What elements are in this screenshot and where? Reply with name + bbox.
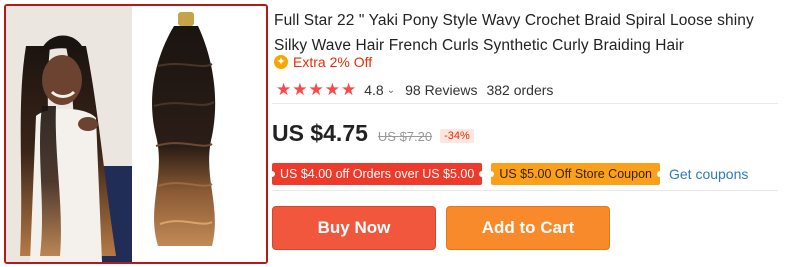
coupon-row: US $4.00 off Orders over US $5.00 US $5.…	[268, 162, 748, 186]
buy-now-button[interactable]: Buy Now	[272, 206, 436, 250]
star-rating[interactable]: ★ ★ ★ ★ ★	[276, 81, 357, 99]
seller-coupon[interactable]: US $4.00 off Orders over US $5.00	[268, 163, 486, 185]
divider	[272, 103, 778, 104]
extra-off-text: Extra 2% Off	[293, 54, 373, 70]
product-photo	[6, 6, 266, 262]
coin-icon: ✦	[274, 55, 288, 69]
divider	[272, 190, 778, 191]
star-icon: ★	[276, 80, 292, 99]
price-row: US $4.75 US $7.20 -34%	[272, 120, 474, 150]
add-to-cart-button[interactable]: Add to Cart	[446, 206, 610, 250]
star-icon: ★	[292, 80, 308, 99]
star-icon: ★	[341, 80, 357, 99]
rating-value[interactable]: 4.8	[364, 82, 383, 98]
extra-off-badge: ✦ Extra 2% Off	[274, 52, 372, 72]
product-image[interactable]	[4, 4, 268, 264]
action-buttons: Buy Now Add to Cart	[272, 206, 610, 250]
store-coupon[interactable]: US $5.00 Off Store Coupon	[488, 163, 663, 185]
current-price: US $4.75	[272, 120, 368, 146]
product-title[interactable]: Full Star 22 " Yaki Pony Style Wavy Croc…	[274, 8, 784, 58]
product-info: Full Star 22 " Yaki Pony Style Wavy Croc…	[268, 0, 796, 267]
reviews-count[interactable]: 98 Reviews	[405, 82, 477, 98]
star-icon: ★	[324, 80, 340, 99]
chevron-down-icon[interactable]: ⌄	[387, 85, 395, 96]
star-icon: ★	[308, 80, 324, 99]
original-price: US $7.20	[377, 129, 433, 144]
get-coupons-link[interactable]: Get coupons	[669, 166, 748, 182]
rating-row: ★ ★ ★ ★ ★ 4.8 ⌄ 98 Reviews 382 orders	[276, 80, 553, 100]
discount-badge: -34%	[440, 129, 474, 143]
orders-count: 382 orders	[486, 82, 554, 98]
